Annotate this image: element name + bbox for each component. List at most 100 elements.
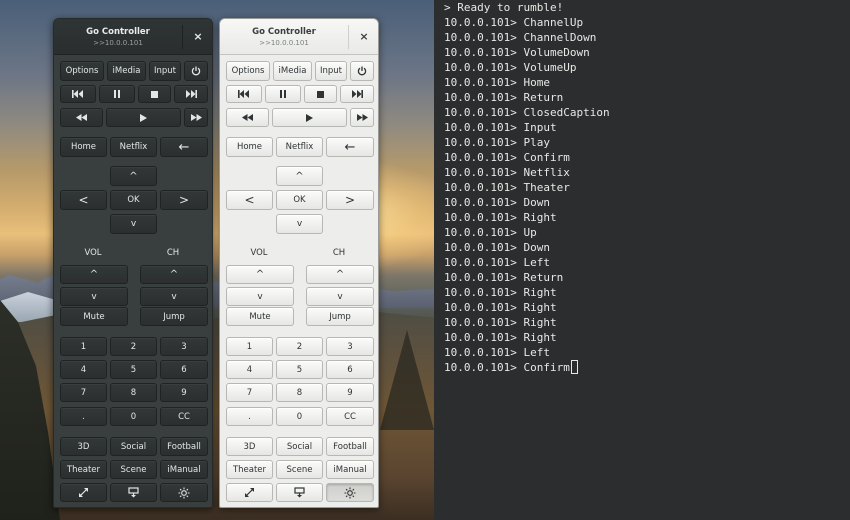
digit-4-button[interactable]: 4 — [226, 360, 273, 379]
digit-2-button[interactable]: 2 — [110, 337, 157, 356]
jump-button[interactable]: Jump — [306, 307, 374, 326]
next-button[interactable] — [340, 85, 374, 103]
digit-0-button[interactable]: 0 — [110, 407, 157, 426]
terminal-output[interactable]: > Ready to rumble! 10.0.0.101> ChannelUp 1… — [434, 0, 850, 520]
theater-button[interactable]: Theater — [226, 460, 273, 479]
digit-9-button[interactable]: 9 — [160, 383, 208, 402]
social-button[interactable]: Social — [110, 437, 157, 456]
fast-forward-button[interactable] — [184, 108, 208, 127]
digit-6-button[interactable]: 6 — [326, 360, 374, 379]
input-button[interactable]: Input — [149, 61, 181, 81]
brightness-button[interactable] — [326, 483, 374, 502]
social-button[interactable]: Social — [276, 437, 323, 456]
digit-8-button[interactable]: 8 — [110, 383, 157, 402]
brightness-button[interactable] — [160, 483, 208, 502]
ok-button[interactable]: OK — [276, 190, 323, 210]
dot-button[interactable]: . — [60, 407, 107, 426]
digit-7-button[interactable]: 7 — [60, 383, 107, 402]
options-button[interactable]: Options — [60, 61, 104, 81]
ch-up-button[interactable]: ^ — [306, 265, 374, 284]
rewind-button[interactable] — [60, 108, 103, 127]
vol-down-button[interactable]: v — [226, 287, 294, 306]
3d-button[interactable]: 3D — [226, 437, 273, 456]
digit-3-button[interactable]: 3 — [326, 337, 374, 356]
previous-button[interactable] — [60, 85, 96, 103]
pause-icon — [280, 90, 286, 98]
football-button[interactable]: Football — [326, 437, 374, 456]
play-button[interactable] — [272, 108, 347, 127]
down-button[interactable]: v — [276, 214, 323, 234]
vol-down-button[interactable]: v — [60, 287, 128, 306]
digit-5-button[interactable]: 5 — [110, 360, 157, 379]
digit-4-button[interactable]: 4 — [60, 360, 107, 379]
rewind-button[interactable] — [226, 108, 269, 127]
screen-button[interactable] — [110, 483, 157, 502]
options-button[interactable]: Options — [226, 61, 270, 81]
up-button[interactable]: ^ — [110, 166, 157, 186]
ch-down-button[interactable]: v — [306, 287, 374, 306]
digit-7-button[interactable]: 7 — [226, 383, 273, 402]
digit-1-button[interactable]: 1 — [60, 337, 107, 356]
stop-button[interactable] — [304, 85, 337, 103]
ok-button[interactable]: OK — [110, 190, 157, 210]
titlebar[interactable]: Go Controller >>10.0.0.101 × — [220, 19, 378, 55]
cc-button[interactable]: CC — [160, 407, 208, 426]
power-button[interactable] — [184, 61, 208, 81]
imedia-button[interactable]: iMedia — [107, 61, 146, 81]
jump-button[interactable]: Jump — [140, 307, 208, 326]
imanual-button[interactable]: iManual — [160, 460, 208, 479]
next-button[interactable] — [174, 85, 208, 103]
imedia-button[interactable]: iMedia — [273, 61, 312, 81]
cc-button[interactable]: CC — [326, 407, 374, 426]
football-button[interactable]: Football — [160, 437, 208, 456]
play-button[interactable] — [106, 108, 181, 127]
digit-9-button[interactable]: 9 — [326, 383, 374, 402]
skip-next-icon — [185, 90, 197, 98]
theater-button[interactable]: Theater — [60, 460, 107, 479]
titlebar[interactable]: Go Controller >>10.0.0.101 × — [54, 19, 212, 55]
right-button[interactable]: > — [160, 190, 208, 210]
left-button[interactable]: < — [60, 190, 107, 210]
digit-3-button[interactable]: 3 — [160, 337, 208, 356]
netflix-button[interactable]: Netflix — [110, 137, 157, 157]
scene-button[interactable]: Scene — [276, 460, 323, 479]
vol-up-button[interactable]: ^ — [60, 265, 128, 284]
up-button[interactable]: ^ — [276, 166, 323, 186]
close-button[interactable]: × — [183, 19, 212, 55]
right-button[interactable]: > — [326, 190, 374, 210]
mute-button[interactable]: Mute — [226, 307, 294, 326]
power-button[interactable] — [350, 61, 374, 81]
input-button[interactable]: Input — [315, 61, 347, 81]
digit-0-button[interactable]: 0 — [276, 407, 323, 426]
digit-1-button[interactable]: 1 — [226, 337, 273, 356]
previous-button[interactable] — [226, 85, 262, 103]
close-button[interactable]: × — [349, 19, 378, 55]
ch-down-button[interactable]: v — [140, 287, 208, 306]
mute-button[interactable]: Mute — [60, 307, 128, 326]
screen-button[interactable] — [276, 483, 323, 502]
fullscreen-button[interactable] — [226, 483, 273, 502]
back-button[interactable]: ← — [160, 137, 208, 157]
scene-button[interactable]: Scene — [110, 460, 157, 479]
digit-2-button[interactable]: 2 — [276, 337, 323, 356]
home-button[interactable]: Home — [60, 137, 107, 157]
3d-button[interactable]: 3D — [60, 437, 107, 456]
netflix-button[interactable]: Netflix — [276, 137, 323, 157]
pause-button[interactable] — [99, 85, 135, 103]
fast-forward-button[interactable] — [350, 108, 374, 127]
terminal-line: 10.0.0.101> Down — [444, 241, 550, 254]
dot-button[interactable]: . — [226, 407, 273, 426]
left-button[interactable]: < — [226, 190, 273, 210]
digit-6-button[interactable]: 6 — [160, 360, 208, 379]
pause-button[interactable] — [265, 85, 301, 103]
down-button[interactable]: v — [110, 214, 157, 234]
stop-button[interactable] — [138, 85, 171, 103]
ch-up-button[interactable]: ^ — [140, 265, 208, 284]
digit-8-button[interactable]: 8 — [276, 383, 323, 402]
imanual-button[interactable]: iManual — [326, 460, 374, 479]
digit-5-button[interactable]: 5 — [276, 360, 323, 379]
fullscreen-button[interactable] — [60, 483, 107, 502]
home-button[interactable]: Home — [226, 137, 273, 157]
vol-up-button[interactable]: ^ — [226, 265, 294, 284]
back-button[interactable]: ← — [326, 137, 374, 157]
